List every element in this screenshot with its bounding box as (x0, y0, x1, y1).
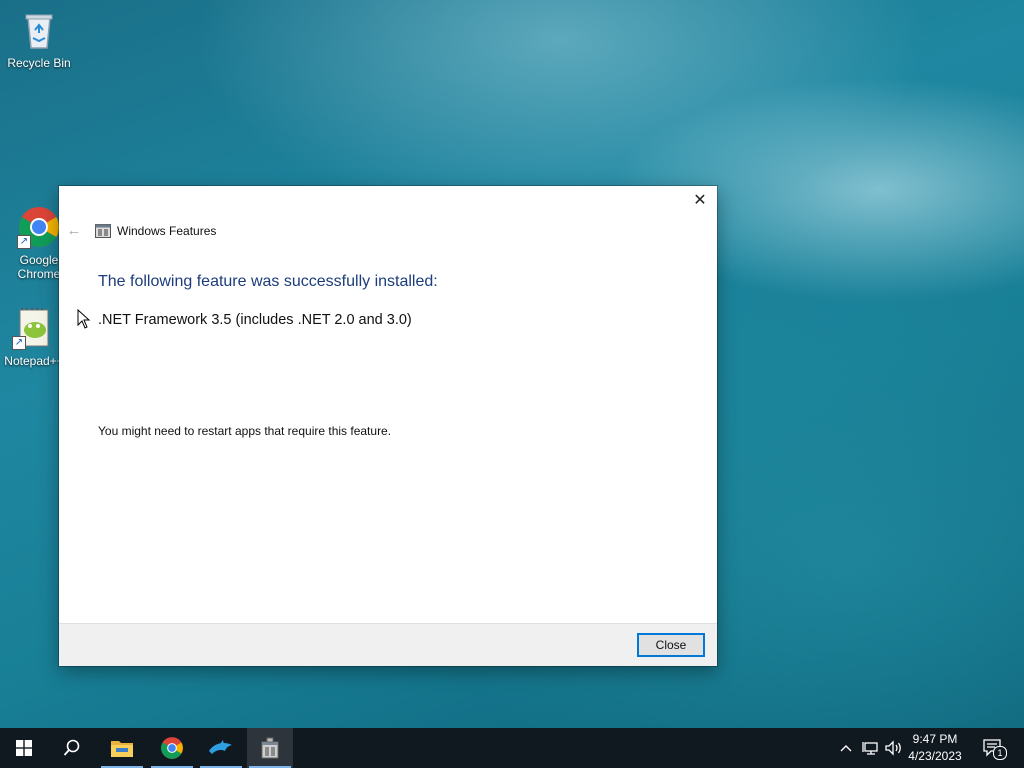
folder-icon (111, 741, 133, 757)
clock-date: 4/23/2023 (908, 749, 962, 763)
network-icon[interactable] (861, 738, 881, 758)
clock-time: 9:47 PM (912, 732, 958, 746)
taskbar-chrome[interactable] (149, 728, 195, 768)
notification-count-badge: 1 (993, 746, 1007, 760)
mouse-cursor-icon (77, 309, 91, 329)
chrome-icon: ↗ (17, 205, 61, 249)
restart-note: You might need to restart apps that requ… (98, 424, 392, 438)
installed-feature-name: .NET Framework 3.5 (includes .NET 2.0 an… (98, 312, 412, 328)
recycle-bin-icon (17, 8, 61, 52)
desktop-icon-recycle-bin[interactable]: Recycle Bin (1, 8, 77, 70)
taskbar-file-explorer[interactable] (99, 728, 145, 768)
windows-features-icon (95, 224, 111, 238)
close-window-button[interactable]: ✕ (689, 190, 711, 212)
windows-features-dialog: ✕ ← Windows Features The following featu… (59, 186, 717, 666)
shortcut-arrow-icon: ↗ (17, 235, 31, 249)
dolphin-icon (209, 740, 232, 754)
volume-icon[interactable] (884, 738, 904, 758)
windows-start-icon (16, 740, 32, 756)
desktop-icon-label: Recycle Bin (7, 56, 71, 70)
taskbar-windows-features[interactable] (247, 728, 293, 768)
chrome-icon (161, 737, 183, 759)
dialog-title: Windows Features (117, 224, 217, 238)
taskbar-dolphin-app[interactable] (198, 728, 244, 768)
dialog-nav-bar: ← Windows Features (59, 220, 717, 242)
search-button[interactable] (49, 728, 95, 768)
back-arrow-icon[interactable]: ← (65, 220, 83, 242)
action-center-button[interactable]: 1 (982, 738, 1007, 760)
success-heading: The following feature was successfully i… (98, 273, 438, 290)
taskbar: 9:47 PM 4/23/2023 1 (0, 728, 1024, 768)
start-button[interactable] (1, 728, 47, 768)
dialog-footer: Close (59, 623, 717, 666)
taskbar-clock[interactable]: 9:47 PM 4/23/2023 (905, 731, 965, 765)
shortcut-arrow-icon: ↗ (12, 336, 26, 350)
notepad-plus-plus-icon: ↗ (12, 306, 56, 350)
search-icon (63, 739, 80, 756)
close-button[interactable]: Close (637, 633, 705, 657)
show-hidden-icons-chevron-icon[interactable] (838, 738, 854, 758)
windows-features-icon (261, 737, 279, 759)
